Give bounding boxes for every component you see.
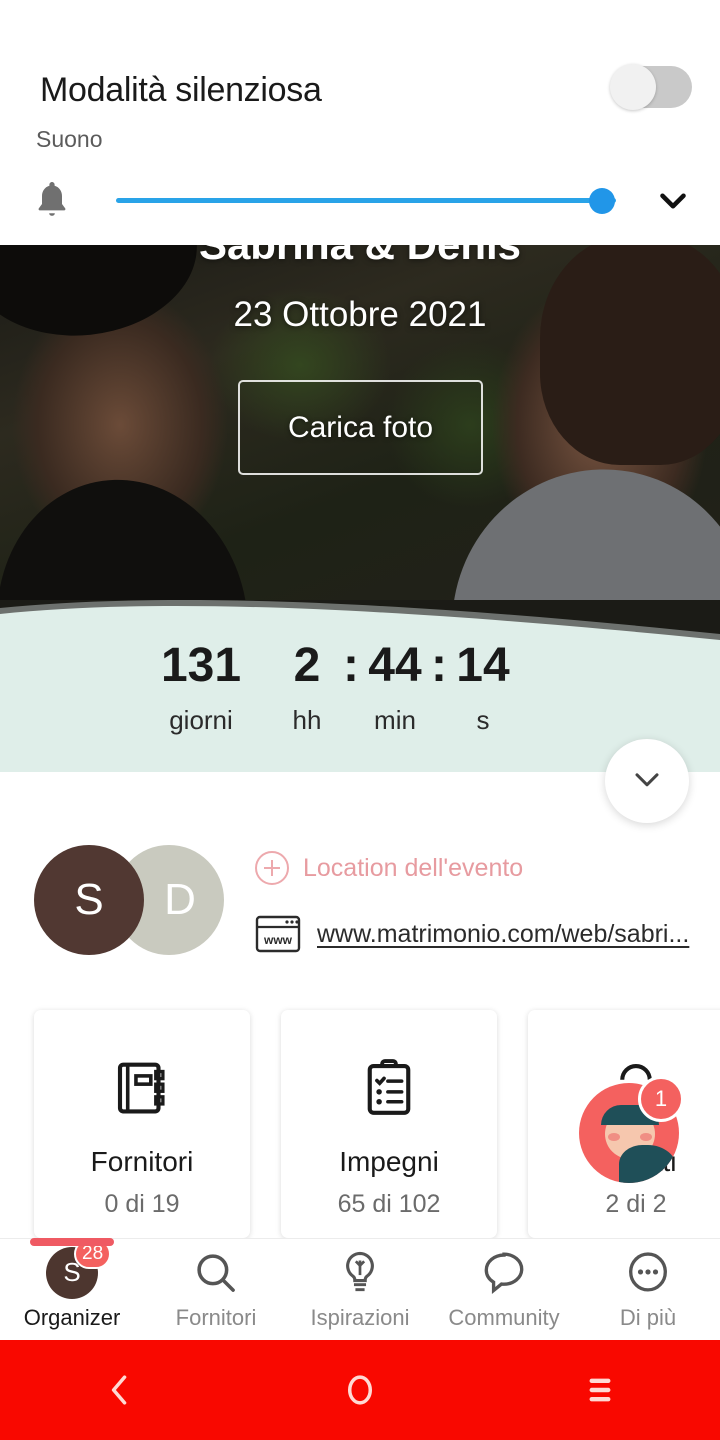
wedding-date: 23 Ottobre 2021 <box>233 295 487 334</box>
lightbulb-icon <box>335 1247 385 1299</box>
toggle-knob <box>610 64 656 110</box>
plus-circle-icon <box>255 851 289 885</box>
nav-label: Di più <box>619 1304 677 1330</box>
avatar-partner-1[interactable]: S <box>34 845 144 955</box>
active-tab-indicator <box>30 1238 114 1246</box>
avatar-cheek-right <box>640 1133 652 1141</box>
nav-label: Community <box>448 1304 560 1330</box>
couple-info-row: S D Location dell'evento www www.matrimo… <box>0 772 720 1002</box>
chat-bubble-icon <box>479 1247 529 1299</box>
nav-item-community[interactable]: Community <box>432 1239 576 1338</box>
silent-mode-toggle[interactable] <box>610 64 692 110</box>
search-icon <box>191 1247 241 1299</box>
countdown-colon-2: : <box>431 639 447 692</box>
sound-label: Suono <box>36 126 103 152</box>
bottom-navigation-bar: S 28 Organizer Fornitori Ispirazioni Com… <box>0 1238 720 1338</box>
ellipsis-bubble-icon <box>623 1247 673 1299</box>
countdown-hours-value: 2 <box>293 639 321 692</box>
couple-names: Sabrina & Denis <box>0 245 720 269</box>
countdown-labels: giorni hh min s <box>0 705 640 736</box>
card-title: Fornitori <box>90 1146 194 1177</box>
add-event-location-button[interactable]: Location dell'evento <box>255 848 523 888</box>
card-impegni[interactable]: Impegni 65 di 102 <box>281 1010 497 1238</box>
system-home-button[interactable] <box>240 1368 480 1412</box>
countdown-days-value: 131 <box>160 639 242 692</box>
countdown-clock: 2 : 44 : 14 <box>276 638 514 693</box>
silent-mode-row: Modalità silenziosa <box>40 62 692 118</box>
expand-details-button[interactable] <box>605 739 689 823</box>
countdown-minutes-label: min <box>374 705 416 735</box>
nav-item-fornitori[interactable]: Fornitori <box>144 1239 288 1338</box>
svg-text:www: www <box>263 933 293 947</box>
couple-avatars: S D <box>34 845 244 955</box>
countdown-hours-label: hh <box>292 705 322 735</box>
chevron-down-icon[interactable] <box>652 180 694 222</box>
card-subtitle: 65 di 102 <box>337 1190 441 1218</box>
volume-settings-panel: Modalità silenziosa Suono <box>0 0 720 245</box>
bell-icon <box>28 176 76 224</box>
volume-slider-thumb[interactable] <box>589 188 615 214</box>
chevron-down-icon <box>627 759 667 804</box>
avatar-body <box>619 1145 677 1183</box>
android-system-nav-bar <box>0 1340 720 1440</box>
avatar-cheek-left <box>608 1133 620 1141</box>
card-subtitle: 0 di 19 <box>104 1190 180 1218</box>
hero-decor-hair <box>540 245 720 465</box>
countdown-colon-1: : <box>343 639 359 692</box>
nav-item-di-piu[interactable]: Di più <box>576 1239 720 1338</box>
notebook-icon <box>109 1052 175 1124</box>
guest-notification-badge: 1 <box>638 1076 684 1122</box>
location-label: Location dell'evento <box>303 853 524 882</box>
volume-slider-track[interactable] <box>116 198 616 203</box>
countdown-seconds-label: s <box>476 705 490 735</box>
nav-item-ispirazioni[interactable]: Ispirazioni <box>288 1239 432 1338</box>
nav-item-organizer[interactable]: S 28 Organizer <box>0 1238 144 1338</box>
countdown-band: 131 2 : 44 : 14 giorni hh min s <box>0 600 720 772</box>
card-subtitle: 2 di 2 <box>605 1190 667 1218</box>
countdown-values: 131 2 : 44 : 14 <box>0 638 640 693</box>
card-title: Impegni <box>339 1146 439 1177</box>
countdown-seconds-value: 14 <box>456 639 510 692</box>
countdown-clock-labels: hh min s <box>276 705 514 736</box>
nav-label: Ispirazioni <box>310 1304 410 1330</box>
nav-label: Fornitori <box>175 1304 257 1330</box>
volume-slider-row <box>0 168 720 232</box>
upload-photo-button[interactable]: Carica foto <box>238 380 483 475</box>
countdown-content: 131 2 : 44 : 14 giorni hh min s <box>0 638 640 736</box>
countdown-days-label: giorni <box>169 705 233 735</box>
website-url-text: www.matrimonio.com/web/sabri... <box>317 919 690 948</box>
wedding-hero-photo[interactable]: Sabrina & Denis 23 Ottobre 2021 Carica f… <box>0 245 720 620</box>
silent-mode-title: Modalità silenziosa <box>40 71 322 109</box>
system-back-button[interactable] <box>0 1368 240 1412</box>
clipboard-checklist-icon <box>356 1052 422 1124</box>
card-fornitori[interactable]: Fornitori 0 di 19 <box>34 1010 250 1238</box>
user-avatar-icon: S 28 <box>46 1238 112 1299</box>
countdown-minutes-value: 44 <box>368 639 422 692</box>
wedding-website-link[interactable]: www www.matrimonio.com/web/sabri... <box>255 912 689 956</box>
nav-label: Organizer <box>23 1304 121 1330</box>
system-recents-button[interactable] <box>480 1368 720 1412</box>
www-browser-icon: www <box>255 914 301 954</box>
nav-avatar-letter: S 28 <box>46 1238 112 1299</box>
